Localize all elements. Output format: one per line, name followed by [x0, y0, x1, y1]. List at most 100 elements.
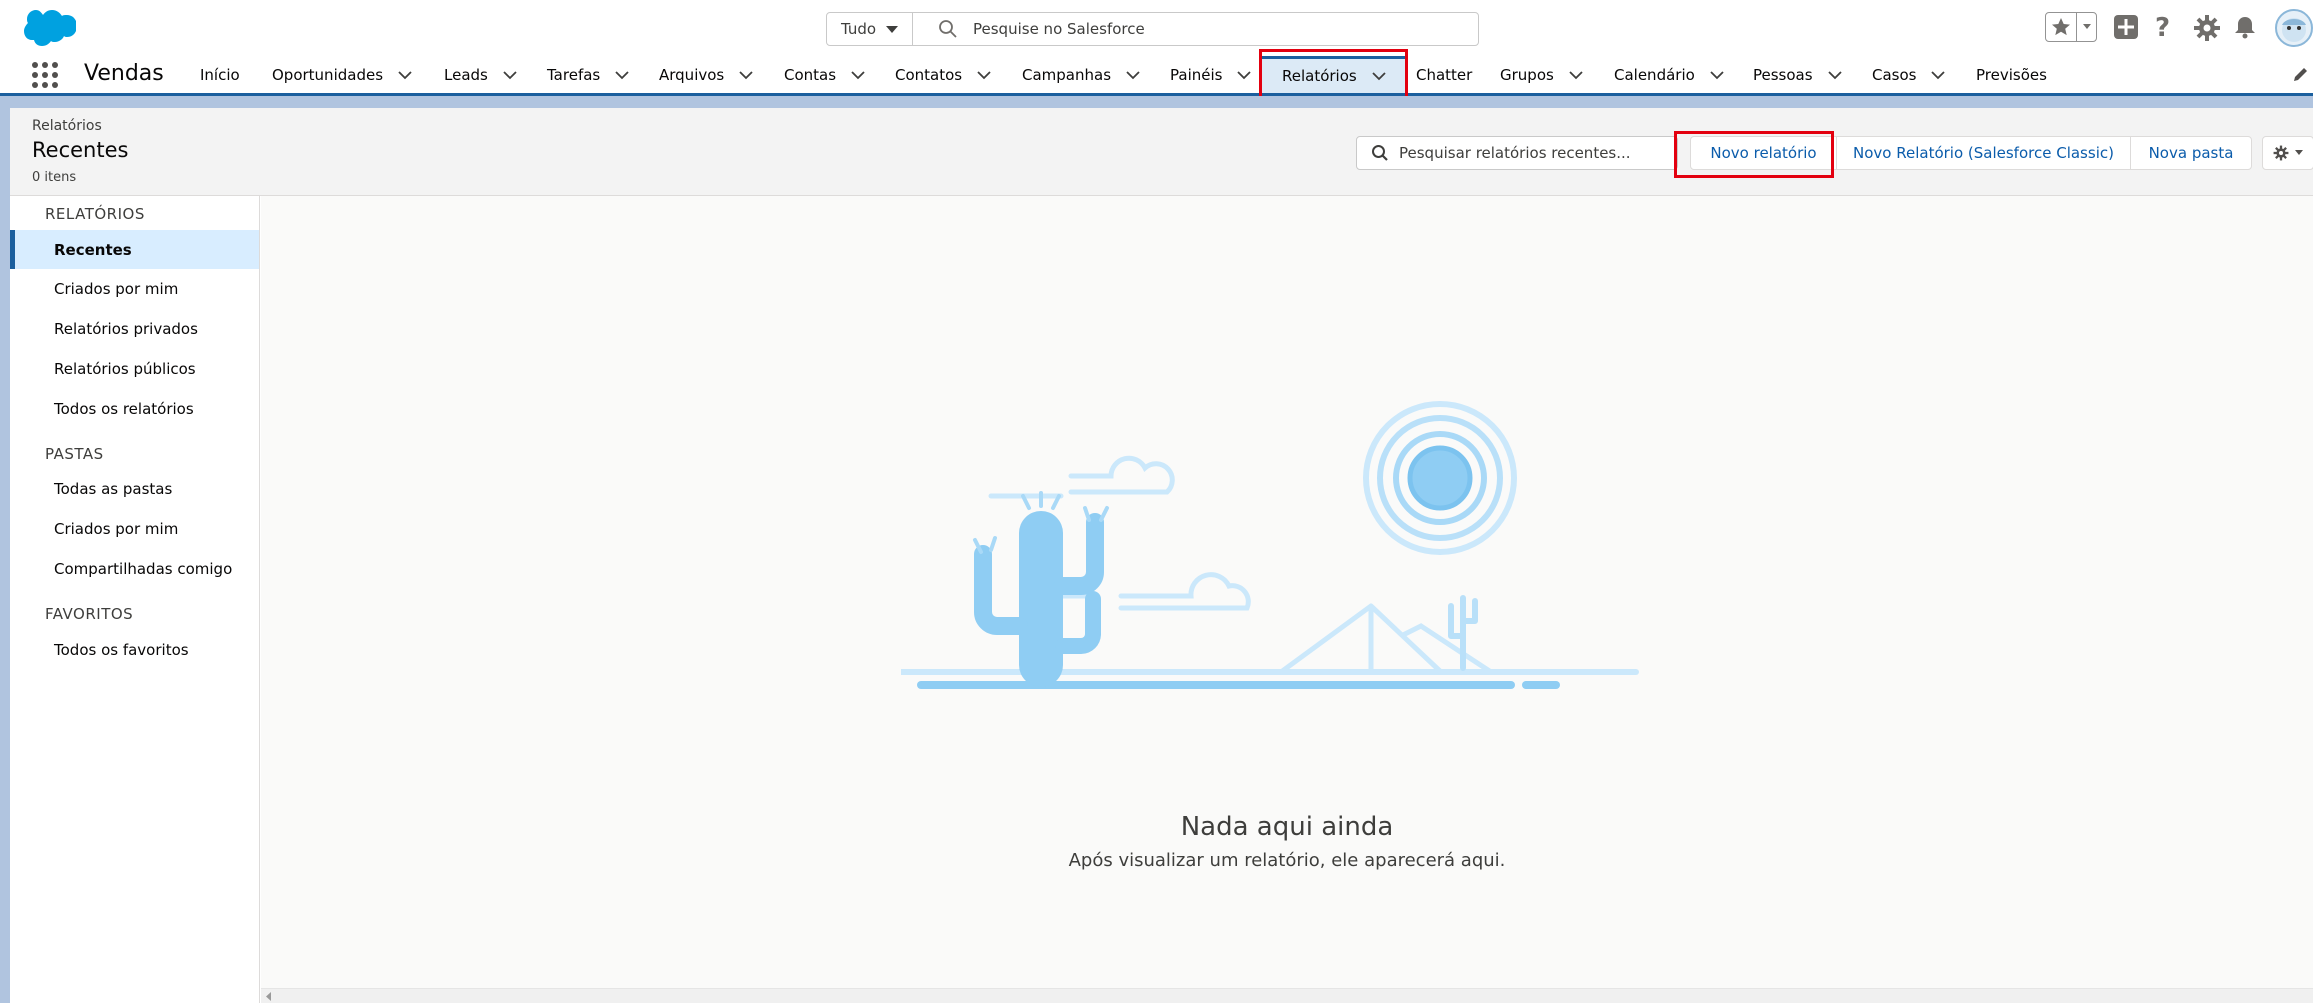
nav-item-label: Tarefas: [547, 65, 601, 84]
breadcrumb[interactable]: Relatórios: [32, 118, 102, 134]
add-icon[interactable]: [2113, 14, 2139, 40]
nav-item-arquivos[interactable]: Arquivos: [659, 56, 754, 93]
navigation-bar: Vendas Início Oportunidades Leads Tarefa…: [0, 56, 2313, 96]
nav-item-previsoes[interactable]: Previsões: [1976, 56, 2047, 93]
section-heading-folders: PASTAS: [45, 445, 104, 463]
page-title: Recentes: [32, 138, 129, 162]
nav-item-label: Chatter: [1416, 65, 1473, 84]
nav-item-casos[interactable]: Casos: [1872, 56, 1946, 93]
nav-item-leads[interactable]: Leads: [444, 56, 518, 93]
chevron-down-icon: [2295, 150, 2303, 155]
salesforce-logo[interactable]: [20, 9, 76, 47]
nav-item-campanhas[interactable]: Campanhas: [1022, 56, 1141, 93]
pencil-icon[interactable]: [2292, 65, 2310, 83]
nav-item-grupos[interactable]: Grupos: [1500, 56, 1584, 93]
section-heading-reports: RELATÓRIOS: [45, 205, 145, 223]
nav-item-inicio[interactable]: Início: [200, 56, 240, 93]
star-icon[interactable]: [2046, 13, 2078, 41]
nav-item-label: Painéis: [1170, 65, 1223, 84]
nav-item-label: Oportunidades: [272, 65, 384, 84]
report-search-input[interactable]: [1399, 144, 1669, 162]
reports-sidebar: RELATÓRIOS Recentes Criados por mim Rela…: [10, 196, 260, 1003]
sidebar-item-recentes[interactable]: Recentes: [10, 230, 259, 269]
empty-state-title: Nada aqui ainda: [1180, 812, 1394, 842]
sidebar-item-todas-as-pastas[interactable]: Todas as pastas: [10, 469, 259, 508]
search-scope-label: Tudo: [840, 20, 877, 38]
header-utilities: [2045, 12, 2097, 42]
new-folder-button-label: Nova pasta: [2148, 144, 2234, 162]
section-heading-favorites: FAVORITOS: [45, 605, 134, 623]
nav-item-contas[interactable]: Contas: [784, 56, 866, 93]
nav-item-tarefas[interactable]: Tarefas: [547, 56, 630, 93]
new-report-classic-button[interactable]: Novo Relatório (Salesforce Classic): [1836, 136, 2131, 170]
chevron-down-icon: [886, 25, 899, 33]
horizontal-scrollbar[interactable]: [261, 988, 2313, 1003]
nav-item-label: Início: [200, 65, 240, 84]
highlight-relatorios-tab: [1259, 49, 1408, 102]
chevron-down-icon[interactable]: [1125, 67, 1141, 83]
app-name: Vendas: [84, 61, 164, 86]
nav-item-label: Campanhas: [1022, 65, 1112, 84]
chevron-down-icon[interactable]: [738, 67, 754, 83]
nav-item-chatter[interactable]: Chatter: [1416, 56, 1472, 93]
sidebar-item-todos-os-favoritos[interactable]: Todos os favoritos: [10, 630, 259, 669]
app-launcher-icon[interactable]: [32, 62, 58, 88]
chevron-down-icon[interactable]: [502, 67, 518, 83]
chevron-down-icon[interactable]: [850, 67, 866, 83]
sidebar-item-label: Todos os favoritos: [54, 640, 189, 659]
sidebar-item-relatorios-publicos[interactable]: Relatórios públicos: [10, 349, 259, 388]
chevron-down-icon[interactable]: [1709, 67, 1725, 83]
gear-icon[interactable]: [2193, 14, 2221, 42]
nav-item-pessoas[interactable]: Pessoas: [1753, 56, 1843, 93]
sidebar-item-label: Relatórios privados: [54, 319, 198, 338]
main-content: Nada aqui ainda Após visualizar um relat…: [261, 196, 2313, 988]
search-icon: [939, 20, 957, 38]
page-background-band: [0, 96, 2313, 108]
chevron-down-icon[interactable]: [614, 67, 630, 83]
favorites-button-group[interactable]: [2045, 12, 2097, 42]
search-scope-dropdown[interactable]: Tudo: [827, 13, 913, 45]
empty-reports-illustration: [901, 401, 1639, 689]
item-count: 0 itens: [32, 170, 77, 185]
highlight-new-report-button: [1674, 131, 1834, 178]
new-folder-button[interactable]: Nova pasta: [2130, 136, 2252, 170]
svg-text:?: ?: [2155, 14, 2170, 40]
new-report-classic-button-label: Novo Relatório (Salesforce Classic): [1853, 144, 2114, 162]
chevron-down-icon[interactable]: [1827, 67, 1843, 83]
nav-item-label: Contas: [784, 65, 837, 84]
gear-icon: [2273, 145, 2289, 161]
help-icon[interactable]: ?: [2152, 14, 2174, 40]
nav-item-calendario[interactable]: Calendário: [1614, 56, 1725, 93]
sidebar-item-label: Todas as pastas: [54, 479, 173, 498]
global-search-input[interactable]: [973, 20, 1453, 38]
sidebar-item-todos-os-relatorios[interactable]: Todos os relatórios: [10, 389, 259, 428]
chevron-down-icon[interactable]: [1568, 67, 1584, 83]
notification-bell-icon[interactable]: [2232, 14, 2258, 40]
scroll-left-arrow-icon[interactable]: [265, 992, 273, 1001]
user-avatar[interactable]: [2275, 9, 2313, 47]
sidebar-item-label: Criados por mim: [54, 279, 179, 298]
sidebar-item-label: Todos os relatórios: [54, 399, 194, 418]
chevron-down-icon[interactable]: [397, 67, 413, 83]
chevron-down-icon[interactable]: [976, 67, 992, 83]
nav-item-label: Pessoas: [1753, 65, 1813, 84]
sidebar-item-relatorios-privados[interactable]: Relatórios privados: [10, 309, 259, 348]
sidebar-item-criados-por-mim[interactable]: Criados por mim: [10, 269, 259, 308]
sidebar-item-label: Criados por mim: [54, 519, 179, 538]
sidebar-item-label: Compartilhadas comigo: [54, 559, 233, 578]
nav-item-label: Casos: [1872, 65, 1917, 84]
page-left-edge: [0, 96, 10, 1003]
chevron-down-icon[interactable]: [1236, 67, 1252, 83]
empty-state-subtitle: Após visualizar um relatório, ele aparec…: [1068, 850, 1506, 871]
nav-item-oportunidades[interactable]: Oportunidades: [272, 56, 413, 93]
chevron-down-icon[interactable]: [1930, 67, 1946, 83]
sidebar-item-compartilhadas-comigo[interactable]: Compartilhadas comigo: [10, 549, 259, 588]
nav-item-label: Previsões: [1976, 65, 2047, 84]
list-settings-button[interactable]: [2262, 136, 2313, 170]
sidebar-item-pastas-criados-por-mim[interactable]: Criados por mim: [10, 509, 259, 548]
nav-item-paineis[interactable]: Painéis: [1170, 56, 1252, 93]
page-header: Relatórios Recentes 0 itens Novo relatór…: [10, 108, 2313, 196]
nav-item-contatos[interactable]: Contatos: [895, 56, 992, 93]
sidebar-item-label: Recentes: [54, 240, 132, 259]
chevron-down-icon[interactable]: [2077, 13, 2096, 41]
